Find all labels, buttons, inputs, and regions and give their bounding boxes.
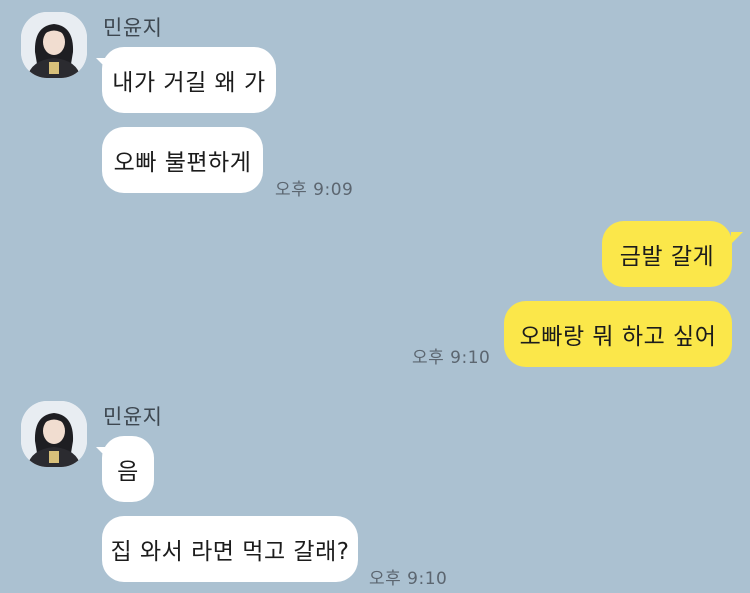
message-text: 오빠랑 뭐 하고 싶어	[519, 324, 717, 350]
message-bubble-incoming[interactable]: 음	[102, 436, 154, 502]
message-text: 집 와서 라면 먹고 갈래?	[110, 539, 350, 565]
profile-photo-icon	[21, 401, 87, 467]
message-timestamp: 오후 9:10	[369, 569, 448, 589]
bubble-tail	[731, 232, 743, 244]
message-bubble-outgoing[interactable]: 오빠랑 뭐 하고 싶어	[504, 301, 732, 367]
sender-name: 민윤지	[103, 16, 163, 40]
profile-avatar[interactable]	[21, 401, 87, 467]
message-text: 내가 거길 왜 가	[112, 70, 266, 96]
message-bubble-incoming[interactable]: 내가 거길 왜 가	[102, 47, 276, 113]
profile-avatar[interactable]	[21, 12, 87, 78]
message-bubble-incoming[interactable]: 오빠 불편하게	[102, 127, 263, 193]
message-text: 금발 갈게	[619, 244, 715, 270]
profile-photo-icon	[21, 12, 87, 78]
chat-room: 민윤지 내가 거길 왜 가 오빠 불편하게 오후 9:09 금발 갈게 오후 9…	[0, 0, 750, 593]
message-bubble-outgoing[interactable]: 금발 갈게	[602, 221, 732, 287]
message-bubble-incoming[interactable]: 집 와서 라면 먹고 갈래?	[102, 516, 358, 582]
sender-name: 민윤지	[103, 405, 163, 429]
message-text: 오빠 불편하게	[113, 150, 252, 176]
message-timestamp: 오후 9:10	[412, 348, 491, 368]
message-text: 음	[117, 459, 139, 485]
message-timestamp: 오후 9:09	[275, 180, 354, 200]
